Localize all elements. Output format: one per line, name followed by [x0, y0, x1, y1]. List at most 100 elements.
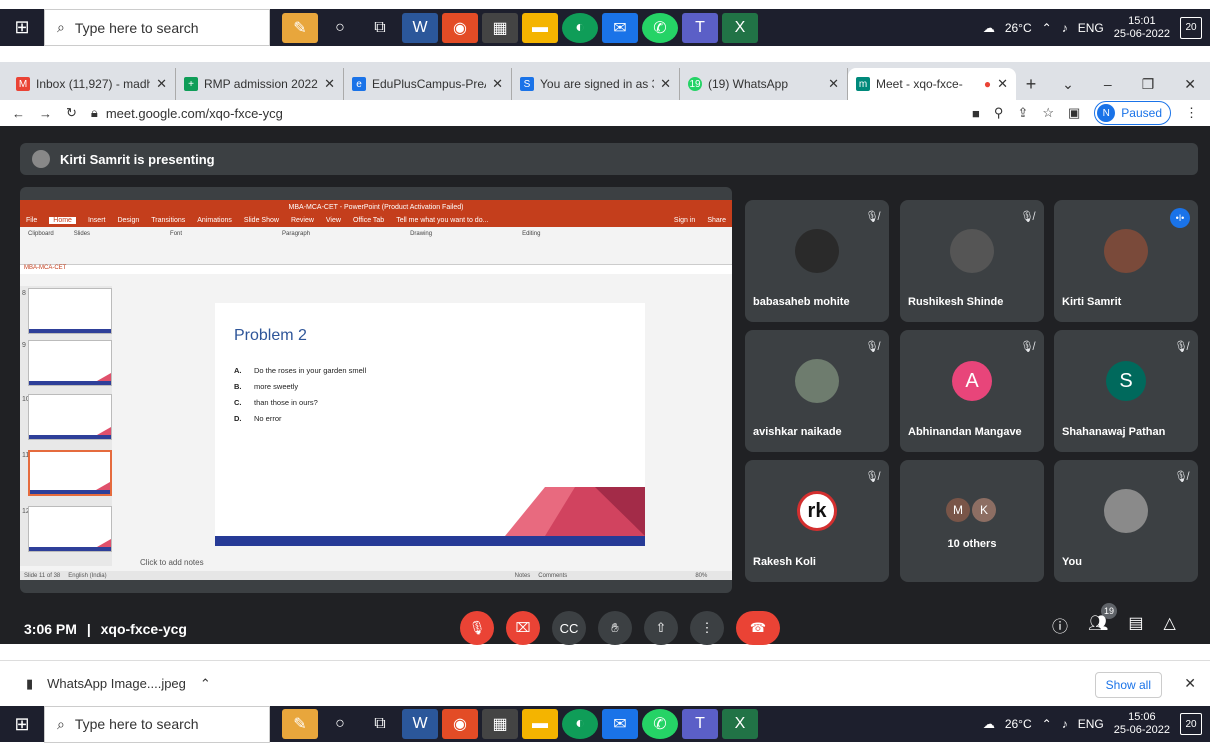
chrome-icon[interactable]: ◉: [442, 12, 478, 43]
slide-thumbnail[interactable]: [28, 288, 112, 334]
tab-close-icon[interactable]: ✕: [997, 76, 1008, 92]
raise-hand-icon[interactable]: ✋︎: [598, 611, 632, 645]
widget-icon[interactable]: ✎: [282, 12, 318, 43]
tab-close-icon[interactable]: ✕: [492, 76, 503, 92]
language-indicator[interactable]: ENG: [1078, 21, 1104, 35]
status-comments[interactable]: Comments: [538, 573, 567, 579]
cortana-icon[interactable]: ○: [322, 709, 358, 739]
show-all-button[interactable]: Show all: [1094, 672, 1162, 698]
ppt-menu-view[interactable]: View: [326, 217, 341, 224]
notification-center-icon[interactable]: 20: [1180, 713, 1202, 735]
others-tile[interactable]: M K 10 others: [900, 460, 1044, 582]
word-icon[interactable]: W: [402, 12, 438, 43]
tab-close-icon[interactable]: ✕: [828, 76, 839, 92]
chat-icon[interactable]: ▤: [1128, 613, 1143, 637]
store-icon[interactable]: ▦: [482, 709, 518, 739]
ppt-tell-me[interactable]: Tell me what you want to do...: [396, 217, 488, 224]
edge-icon[interactable]: ◐: [562, 12, 598, 43]
zoom-icon[interactable]: ⚲: [994, 105, 1004, 121]
tray-chevron-icon[interactable]: ⌃: [1042, 717, 1052, 731]
download-file-name[interactable]: WhatsApp Image....jpeg: [47, 676, 186, 691]
notification-center-icon[interactable]: 20: [1180, 16, 1202, 39]
ppt-sign-in[interactable]: Sign in: [674, 217, 695, 224]
slide-thumbnail[interactable]: [28, 340, 112, 386]
task-view-icon[interactable]: ⧉: [362, 13, 398, 43]
tab-whatsapp[interactable]: 19 (19) WhatsApp ✕: [680, 68, 848, 100]
file-explorer-icon[interactable]: ▬: [522, 709, 558, 739]
chrome-icon[interactable]: ◉: [442, 709, 478, 739]
self-tile[interactable]: 🎙︎̸ You: [1054, 460, 1198, 582]
ppt-menu-review[interactable]: Review: [291, 217, 314, 224]
whatsapp-icon[interactable]: ✆: [642, 12, 678, 43]
captions-icon[interactable]: CC: [552, 611, 586, 645]
tab-close-icon[interactable]: ✕: [156, 76, 167, 92]
chevron-up-icon[interactable]: ⌃: [200, 676, 211, 692]
mail-icon[interactable]: ✉: [602, 12, 638, 43]
participant-tile[interactable]: 🎙︎̸ avishkar naikade: [745, 330, 889, 452]
excel-icon[interactable]: X: [722, 709, 758, 739]
more-options-icon[interactable]: ⋮: [690, 611, 724, 645]
activities-icon[interactable]: △: [1163, 613, 1175, 637]
volume-icon[interactable]: ♪: [1062, 21, 1068, 35]
reload-icon[interactable]: ↻: [66, 105, 77, 121]
participant-tile[interactable]: 🎙︎̸ babasaheb mohite: [745, 200, 889, 322]
side-panel-icon[interactable]: ▣: [1068, 105, 1080, 121]
edge-icon[interactable]: ◐: [562, 709, 598, 739]
menu-icon[interactable]: ⋮: [1185, 105, 1198, 121]
end-call-icon[interactable]: ☎: [736, 611, 780, 645]
taskbar-clock[interactable]: 15:06 25-06-2022: [1114, 711, 1170, 737]
forward-icon[interactable]: →: [39, 106, 52, 121]
zoom-level[interactable]: 80%: [695, 573, 707, 579]
tab-gmail[interactable]: M Inbox (11,927) - madh ✕: [8, 68, 176, 100]
people-icon[interactable]: 👥︎: [1088, 613, 1108, 637]
participant-tile[interactable]: 🎙︎̸ A Abhinandan Mangave: [900, 330, 1044, 452]
present-icon[interactable]: ⇧: [644, 611, 678, 645]
widget-icon[interactable]: ✎: [282, 709, 318, 739]
participant-tile[interactable]: 🎙︎̸ Rushikesh Shinde: [900, 200, 1044, 322]
weather-temp[interactable]: 26°C: [1005, 717, 1032, 731]
ppt-share[interactable]: Share: [707, 217, 732, 224]
slide-thumbnail[interactable]: [28, 506, 112, 552]
notes-placeholder[interactable]: Click to add notes: [140, 558, 204, 567]
tab-close-icon[interactable]: ✕: [324, 76, 335, 92]
tab-close-icon[interactable]: ✕: [660, 76, 671, 92]
restore-icon[interactable]: ❐: [1142, 76, 1155, 93]
windows-start-icon[interactable]: ⊞: [0, 706, 44, 743]
cortana-icon[interactable]: ○: [322, 13, 358, 43]
excel-icon[interactable]: X: [722, 12, 758, 43]
mail-icon[interactable]: ✉: [602, 709, 638, 739]
teams-icon[interactable]: T: [682, 12, 718, 43]
ppt-menu-design[interactable]: Design: [117, 217, 139, 224]
tab-eduplus[interactable]: e EduPlusCampus-PreA ✕: [344, 68, 512, 100]
language-indicator[interactable]: ENG: [1078, 717, 1104, 731]
ppt-menu-file[interactable]: File: [26, 217, 37, 224]
participant-tile[interactable]: 🎙︎̸ S Shahanawaj Pathan: [1054, 330, 1198, 452]
participant-tile[interactable]: 🎙︎̸ rk Rakesh Koli: [745, 460, 889, 582]
task-view-icon[interactable]: ⧉: [362, 709, 398, 739]
new-tab-icon[interactable]: +: [1016, 68, 1046, 100]
status-notes[interactable]: Notes: [515, 573, 531, 579]
taskbar-search-box[interactable]: ⌕ Type here to search: [44, 9, 270, 46]
tray-chevron-icon[interactable]: ⌃: [1042, 21, 1052, 35]
camera-toggle-icon[interactable]: ⌧: [506, 611, 540, 645]
ppt-menu-insert[interactable]: Insert: [88, 217, 106, 224]
volume-icon[interactable]: ♪: [1062, 717, 1068, 731]
weather-temp[interactable]: 26°C: [1005, 21, 1032, 35]
taskbar-search-box[interactable]: ⌕ Type here to search: [44, 705, 270, 743]
url-field[interactable]: 🔒︎ meet.google.com/xqo-fxce-ycg: [91, 105, 958, 121]
slide-thumbnail-selected[interactable]: [28, 450, 112, 496]
tab-meet[interactable]: m Meet - xqo-fxce- ● ✕: [848, 68, 1016, 100]
tab-rmp[interactable]: + RMP admission 2022 - ✕: [176, 68, 344, 100]
bookmark-star-icon[interactable]: ☆: [1042, 105, 1054, 121]
store-icon[interactable]: ▦: [482, 12, 518, 43]
ppt-menu-home[interactable]: Home: [49, 217, 76, 224]
taskbar-clock[interactable]: 15:01 25-06-2022: [1114, 15, 1170, 41]
ppt-menu-slideshow[interactable]: Slide Show: [244, 217, 279, 224]
tab-signed-in[interactable]: S You are signed in as 3 ✕: [512, 68, 680, 100]
profile-button[interactable]: N Paused: [1094, 101, 1171, 125]
ppt-doc-tab[interactable]: MBA-MCA-CET: [20, 265, 732, 274]
word-icon[interactable]: W: [402, 709, 438, 739]
windows-start-icon[interactable]: ⊞: [0, 9, 44, 46]
whatsapp-icon[interactable]: ✆: [642, 709, 678, 739]
ppt-menu-officetab[interactable]: Office Tab: [353, 217, 384, 224]
